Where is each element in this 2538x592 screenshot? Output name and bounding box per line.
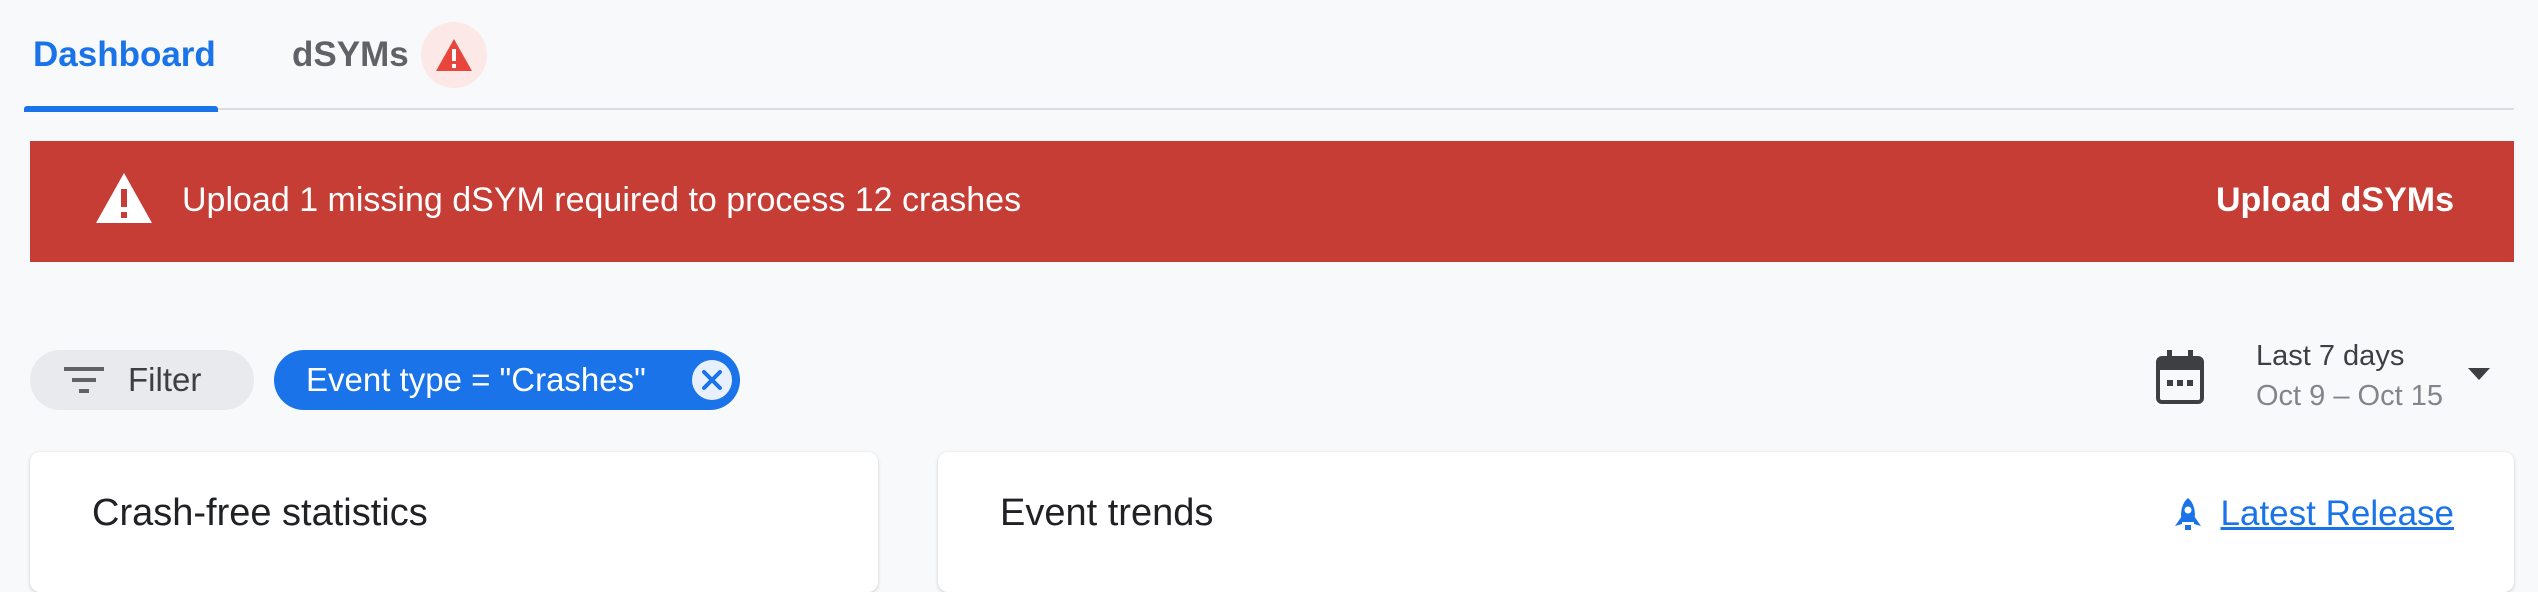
date-range-picker[interactable]: Last 7 days Oct 9 – Oct 15 [2156,330,2514,430]
filter-label: Filter [128,361,202,398]
warning-icon [420,22,487,88]
card-title: Crash-free statistics [92,492,428,534]
missing-dsym-banner: Upload 1 missing dSYM required to proces… [30,141,2514,262]
active-tab-indicator [24,106,218,112]
event-type-filter-chip[interactable]: Event type = "Crashes" [274,350,740,410]
event-trends-card: Event trends Latest Release [938,452,2514,592]
calendar-icon [2156,350,2204,409]
date-range-label: Last 7 days [2256,340,2405,372]
filter-button[interactable]: Filter [30,350,254,410]
rocket-icon [2174,498,2201,530]
event-type-chip-label: Event type = "Crashes" [306,361,646,398]
tab-dashboard-label: Dashboard [33,35,216,74]
warning-icon [94,171,154,227]
tab-bar: Dashboard dSYMs [24,0,2514,112]
remove-filter-icon[interactable] [690,358,734,402]
latest-release-link[interactable]: Latest Release [2171,494,2454,534]
latest-release-label: Latest Release [2220,494,2454,533]
tab-dsyms[interactable]: dSYMs [292,0,487,110]
tab-dsyms-label: dSYMs [292,35,409,74]
date-range-dates: Oct 9 – Oct 15 [2256,380,2443,412]
chevron-down-icon [2466,366,2492,387]
banner-message: Upload 1 missing dSYM required to proces… [182,181,1022,219]
filter-icon [64,367,104,393]
tab-dashboard[interactable]: Dashboard [24,0,218,112]
upload-dsyms-button[interactable]: Upload dSYMs [2216,181,2454,220]
crash-free-statistics-card: Crash-free statistics [30,452,878,592]
card-title: Event trends [1000,492,1214,534]
